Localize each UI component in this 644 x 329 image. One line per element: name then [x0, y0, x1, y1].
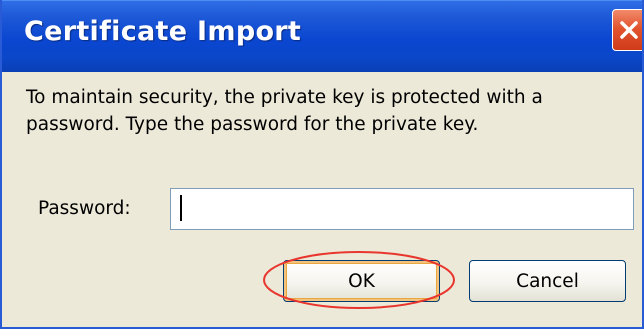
dialog-content: To maintain security, the private key is…: [2, 72, 642, 327]
cancel-button[interactable]: Cancel: [469, 260, 626, 302]
dialog-message: To maintain security, the private key is…: [26, 87, 543, 135]
title-bar[interactable]: Certificate Import: [2, 0, 642, 72]
dialog-title: Certificate Import: [24, 16, 302, 47]
certificate-import-dialog: Certificate Import To maintain security,…: [0, 0, 644, 329]
password-label: Password:: [38, 198, 131, 219]
password-field[interactable]: [170, 188, 634, 230]
ok-button[interactable]: OK: [283, 260, 440, 302]
text-cursor: [180, 195, 182, 221]
close-icon: [618, 19, 640, 41]
close-button[interactable]: [612, 9, 642, 51]
